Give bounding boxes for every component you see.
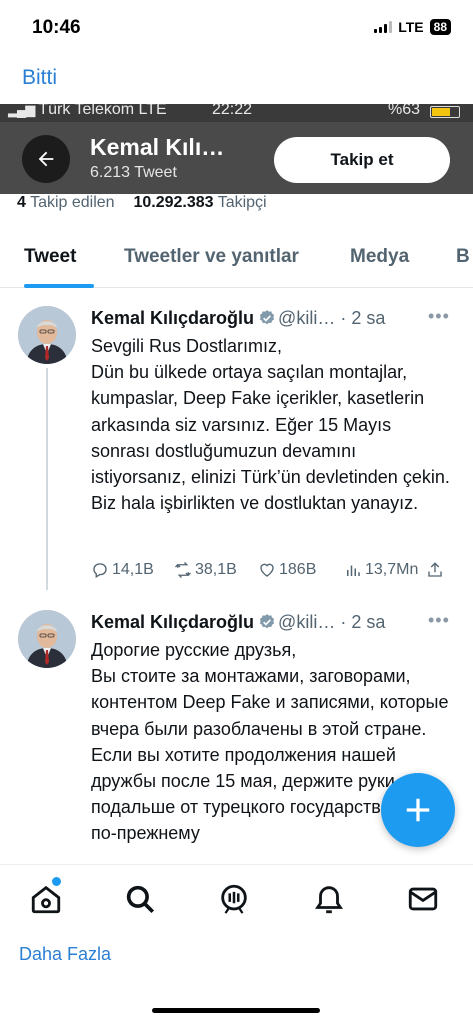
back-arrow-icon xyxy=(38,151,54,167)
tweet-actions: 14,1B 38,1B 186B 13,7Mn xyxy=(91,561,444,579)
follow-stats: 4 Takip edilen 10.292.383 Takipçi xyxy=(17,194,267,212)
retweet-button[interactable]: 38,1B xyxy=(174,561,258,579)
thread-line xyxy=(46,368,48,590)
inner-time: 22:22 xyxy=(212,104,253,118)
author-handle-time: @kili… · 2 sa xyxy=(278,308,386,328)
more-options-icon[interactable]: ••• xyxy=(428,610,450,631)
inner-battery-percent: %63 xyxy=(388,104,421,118)
tab-media[interactable]: Medya xyxy=(350,246,409,268)
nav-spaces[interactable] xyxy=(214,879,254,919)
nav-search[interactable] xyxy=(120,879,160,919)
done-button[interactable]: Bitti xyxy=(22,66,57,90)
followers-label[interactable]: Takipçi xyxy=(218,194,267,211)
home-indicator xyxy=(152,1008,320,1013)
search-icon xyxy=(126,885,155,914)
compose-icon xyxy=(406,798,430,822)
tab-tweets[interactable]: Tweet xyxy=(24,246,76,268)
tweet-count: 6.213 Tweet xyxy=(90,164,177,181)
share-button[interactable] xyxy=(426,561,444,579)
avatar[interactable] xyxy=(18,610,76,668)
back-button[interactable] xyxy=(22,135,70,183)
tab-likes[interactable]: B xyxy=(456,246,470,268)
profile-header: Kemal Kılı… 6.213 Tweet Takip et xyxy=(0,122,473,194)
screenshot-image: ▂▄▆ Türk Telekom LTE 22:22 %63 Kemal Kıl… xyxy=(0,104,473,864)
network-type: LTE xyxy=(398,19,424,35)
views-icon xyxy=(347,565,360,576)
author-name[interactable]: Kemal Kılıçdaroğlu xyxy=(91,308,254,328)
inner-battery-icon xyxy=(430,106,460,118)
share-icon xyxy=(428,562,442,577)
tweet-header: Kemal Kılıçdaroğlu @kili… · 2 sa xyxy=(91,308,385,329)
reply-icon xyxy=(93,563,107,578)
follow-button[interactable]: Takip et xyxy=(274,137,450,183)
following-count[interactable]: 4 xyxy=(17,194,26,211)
avatar-portrait-icon xyxy=(18,610,76,668)
more-link[interactable]: Daha Fazla xyxy=(19,944,111,965)
avatar[interactable] xyxy=(18,306,76,364)
inner-status-bar: ▂▄▆ Türk Telekom LTE 22:22 %63 xyxy=(0,104,473,122)
notifications-icon xyxy=(315,886,343,914)
author-handle-time: @kili… · 2 sa xyxy=(278,612,386,632)
spaces-icon xyxy=(221,884,247,914)
compose-button[interactable] xyxy=(381,773,455,847)
nav-home[interactable] xyxy=(26,877,66,919)
like-icon xyxy=(260,563,274,577)
messages-icon xyxy=(408,887,438,911)
followers-count[interactable]: 10.292.383 xyxy=(133,194,213,211)
home-icon xyxy=(31,885,61,914)
tweet[interactable]: Kemal Kılıçdaroğlu @kili… · 2 sa ••• Sevg… xyxy=(0,306,473,598)
battery-icon: 88 xyxy=(429,19,451,35)
tab-tweets-and-replies[interactable]: Tweetler ve yanıtlar xyxy=(124,246,299,268)
like-button[interactable]: 186B xyxy=(258,561,344,579)
ios-time: 10:46 xyxy=(32,17,81,38)
tweet-text: Sevgili Rus Dostlarımız, Dün bu ülkede o… xyxy=(91,336,450,514)
views-button[interactable]: 13,7Mn xyxy=(344,561,426,579)
avatar-portrait-icon xyxy=(18,306,76,364)
bottom-navigation xyxy=(0,864,473,932)
verified-badge-icon xyxy=(259,310,275,325)
active-tab-indicator xyxy=(24,284,94,288)
nav-notifications[interactable] xyxy=(309,879,349,919)
tweet-header: Kemal Kılıçdaroğlu @kili… · 2 sa xyxy=(91,612,385,633)
verified-badge-icon xyxy=(259,614,275,629)
retweet-icon xyxy=(175,562,191,578)
nav-messages[interactable] xyxy=(403,879,443,919)
new-content-dot xyxy=(52,877,61,886)
like-count: 186B xyxy=(279,561,317,578)
views-count: 13,7Mn xyxy=(365,561,419,578)
profile-tabs: Tweet Tweetler ve yanıtlar Medya B xyxy=(0,240,473,288)
author-name[interactable]: Kemal Kılıçdaroğlu xyxy=(91,612,254,632)
reply-button[interactable]: 14,1B xyxy=(91,561,174,579)
more-options-icon[interactable]: ••• xyxy=(428,306,450,327)
following-label[interactable]: Takip edilen xyxy=(30,194,115,211)
ios-status-indicators: LTE 88 xyxy=(374,19,451,35)
signal-icon xyxy=(374,21,393,33)
profile-name: Kemal Kılı… xyxy=(90,134,225,160)
ios-status-bar: 10:46 LTE 88 xyxy=(0,0,473,58)
retweet-count: 38,1B xyxy=(195,561,237,578)
reply-count: 14,1B xyxy=(112,561,154,578)
inner-carrier: ▂▄▆ Türk Telekom LTE xyxy=(8,104,167,118)
